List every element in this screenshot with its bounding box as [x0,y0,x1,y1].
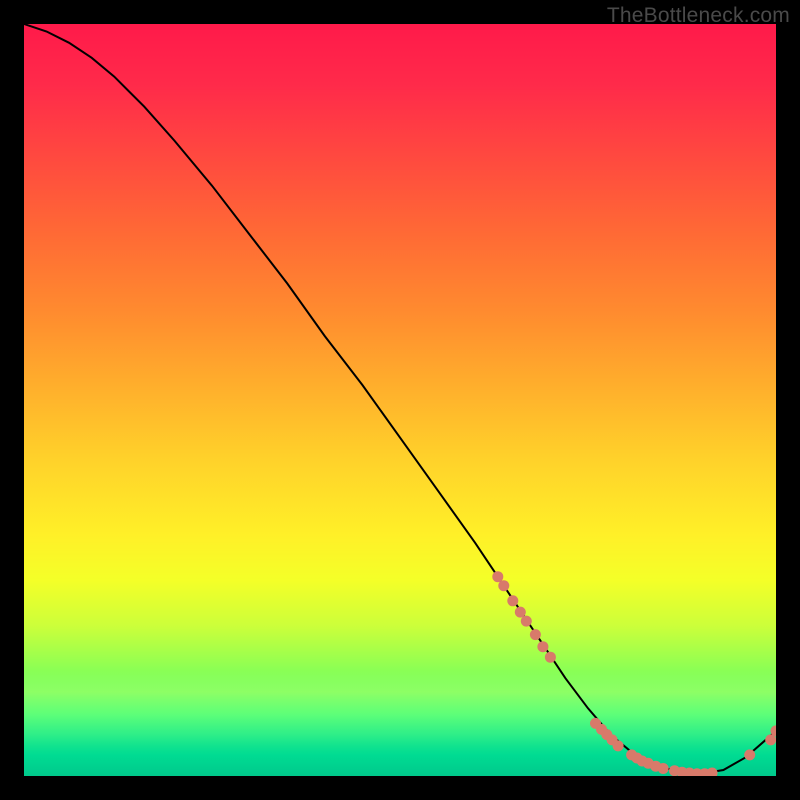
chart-marker [530,629,541,640]
chart-marker [498,580,509,591]
chart-markers [492,571,776,776]
chart-plot-area [24,24,776,776]
watermark-text: TheBottleneck.com [607,4,790,28]
chart-svg [24,24,776,776]
chart-marker [707,768,718,777]
chart-marker [658,763,669,774]
chart-marker [507,595,518,606]
chart-marker [744,749,755,760]
chart-marker [521,616,532,627]
chart-marker [492,571,503,582]
chart-line [24,24,776,774]
chart-marker [545,652,556,663]
chart-marker [537,641,548,652]
chart-marker [515,607,526,618]
chart-marker [613,740,624,751]
